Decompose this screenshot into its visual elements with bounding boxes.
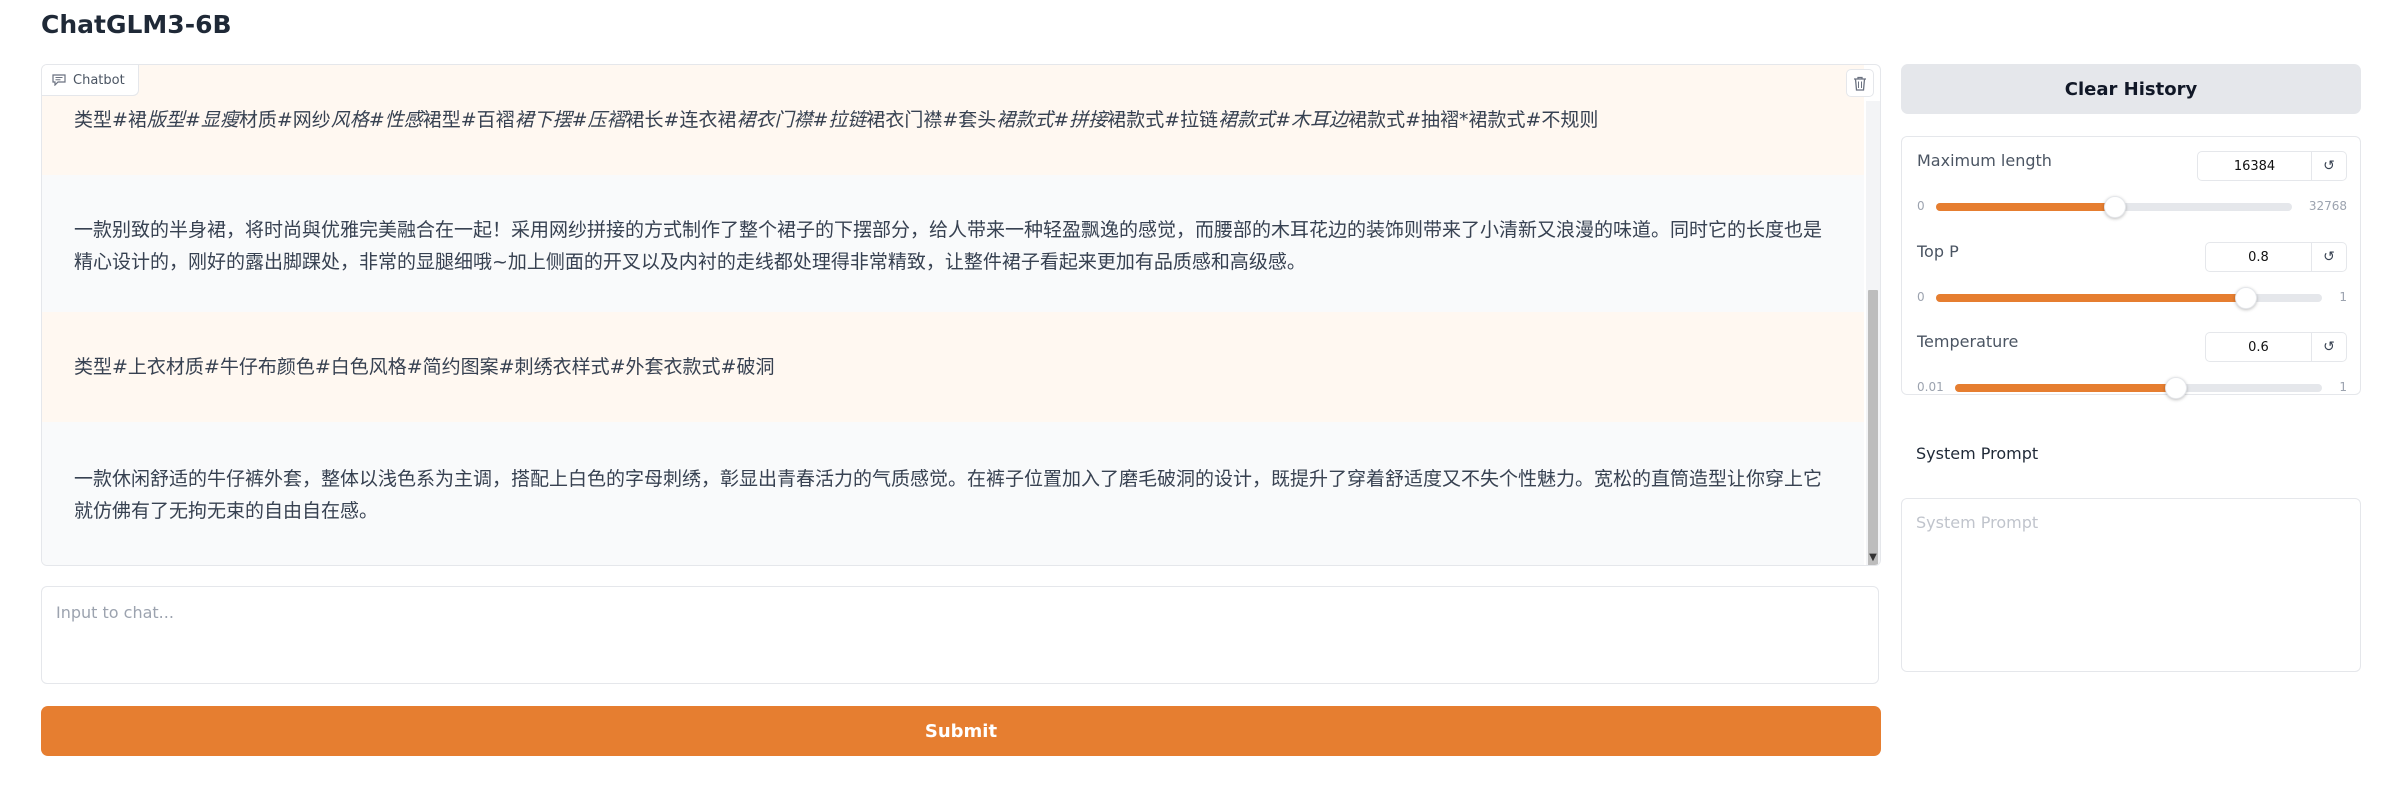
top-p-control: Top P 0.8 ↺ 0 1 [1917,242,2347,332]
max-length-slider-fill [1936,203,2114,211]
message-user-1-segment: 版型#显瘦 [146,109,239,131]
max-length-label: Maximum length [1917,151,2052,170]
system-prompt-label: System Prompt [1916,444,2039,463]
message-user-2-text: 类型#上衣材质#牛仔布颜色#白色风格#简约图案#刺绣衣样式#外套衣款式#破洞 [74,356,775,378]
chatbot-panel: Chatbot 类型#裙版型#显瘦材质#网纱风格#性感裙型#百褶裙下摆#压褶裙长… [41,64,1881,566]
temperature-slider-handle[interactable] [2165,377,2187,399]
submit-button[interactable]: Submit [41,706,1881,756]
message-bot-2-text: 一款休闲舒适的牛仔裤外套，整体以浅色系为主调，搭配上白色的字母刺绣，彰显出青春活… [74,468,1823,522]
message-user-1-segment: 裙下摆#压褶 [514,109,626,131]
max-length-reset-button[interactable]: ↺ [2312,151,2347,181]
message-user-1-segment: 类型#裙 [74,109,147,131]
app-title: ChatGLM3-6B [41,10,232,39]
message-user-1-segment: 裙款式#拼接 [996,109,1108,131]
chat-scrollbar[interactable]: ▼ [1866,101,1880,565]
max-length-control: Maximum length 16384 ↺ 0 32768 [1917,151,2347,241]
chat-bubble-icon [52,74,66,86]
temperature-input[interactable]: 0.6 [2205,332,2312,362]
chat-input[interactable] [41,586,1879,684]
message-user-2: 类型#上衣材质#牛仔布颜色#白色风格#简约图案#刺绣衣样式#外套衣款式#破洞 [42,312,1864,422]
top-p-input[interactable]: 0.8 [2205,242,2312,272]
chatbot-label-text: Chatbot [73,72,125,88]
message-user-1-segment: 裙款式#拉链 [1107,109,1219,131]
message-bot-1-text: 一款别致的半身裙，将时尚與优雅完美融合在一起！采用网纱拼接的方式制作了整个裙子的… [74,219,1823,273]
message-user-1-segment: 裙款式#木耳边 [1218,109,1349,131]
message-user-1-text: 类型#裙版型#显瘦材质#网纱风格#性感裙型#百褶裙下摆#压褶裙长#连衣裙裙衣门襟… [74,109,1598,131]
max-length-slider[interactable] [1936,196,2292,218]
max-length-min: 0 [1917,199,1925,213]
parameters-panel: Maximum length 16384 ↺ 0 32768 Top P 0.8… [1901,136,2361,399]
max-length-slider-handle[interactable] [2104,196,2126,218]
message-user-1-segment: 风格#性感 [330,109,423,131]
top-p-min: 0 [1917,290,1925,304]
reset-icon: ↺ [2323,249,2335,265]
reset-icon: ↺ [2323,339,2335,355]
message-user-1-segment: 裙衣门襟#拉链 [736,109,867,131]
max-length-max: 32768 [2308,199,2347,213]
system-prompt-input[interactable] [1901,498,2361,672]
message-user-1: 类型#裙版型#显瘦材质#网纱风格#性感裙型#百褶裙下摆#压褶裙长#连衣裙裙衣门襟… [42,65,1864,175]
temperature-min: 0.01 [1917,380,1944,394]
message-user-1-segment: 裙长#连衣裙 [625,109,737,131]
clear-history-button[interactable]: Clear History [1901,64,2361,114]
temperature-reset-button[interactable]: ↺ [2312,332,2347,362]
chatbot-label: Chatbot [42,65,139,96]
max-length-input[interactable]: 16384 [2197,151,2312,181]
temperature-max: 1 [2339,380,2347,394]
top-p-reset-button[interactable]: ↺ [2312,242,2347,272]
top-p-slider-handle[interactable] [2235,287,2257,309]
message-user-1-segment: 裙款式#抽褶*裙款式#不规则 [1348,109,1599,131]
message-user-1-segment: 裙型#百褶 [422,109,515,131]
top-p-max: 1 [2339,290,2347,304]
clear-chat-button[interactable] [1846,69,1874,97]
temperature-label: Temperature [1917,332,2019,351]
top-p-label: Top P [1917,242,1959,261]
reset-icon: ↺ [2323,158,2335,174]
message-user-1-segment: 裙衣门襟#套头 [866,109,997,131]
temperature-control: Temperature 0.6 ↺ 0.01 1 [1917,332,2347,422]
temperature-slider-fill [1955,384,2175,392]
top-p-slider-fill [1936,294,2245,302]
top-p-slider[interactable] [1936,287,2322,309]
message-user-1-segment: 材质#网纱 [238,109,331,131]
temperature-slider[interactable] [1955,377,2322,399]
message-bot-2: 一款休闲舒适的牛仔裤外套，整体以浅色系为主调，搭配上白色的字母刺绣，彰显出青春活… [42,422,1864,565]
trash-icon [1854,76,1866,91]
scroll-down-arrow-icon[interactable]: ▼ [1867,553,1879,563]
message-bot-1: 一款别致的半身裙，将时尚與优雅完美融合在一起！采用网纱拼接的方式制作了整个裙子的… [42,175,1864,312]
scrollbar-thumb[interactable] [1868,290,1878,565]
